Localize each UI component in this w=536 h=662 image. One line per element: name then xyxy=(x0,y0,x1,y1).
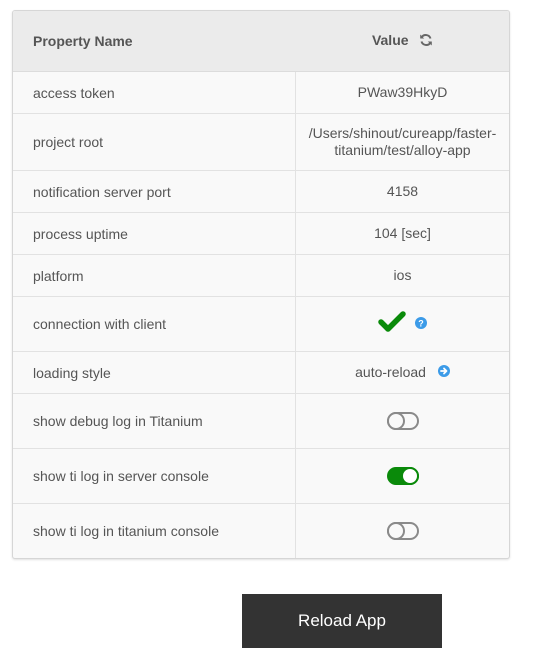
loading-style-value: auto-reload xyxy=(355,363,426,380)
row-value xyxy=(295,503,509,558)
refresh-icon[interactable] xyxy=(419,33,433,50)
row-value: /Users/shinout/cureapp/faster-titanium/t… xyxy=(295,113,509,171)
row-name: platform xyxy=(13,254,296,297)
table-row: platform ios xyxy=(13,254,509,297)
row-value xyxy=(295,393,509,449)
table-row: loading style auto-reload xyxy=(13,351,509,394)
table-row: project root /Users/shinout/cureapp/fast… xyxy=(13,113,509,171)
table-row: show debug log in Titanium xyxy=(13,393,509,449)
header-property-name: Property Name xyxy=(13,11,296,72)
row-name: show ti log in titanium console xyxy=(13,503,296,558)
loading-style-cell: auto-reload xyxy=(295,351,509,394)
question-circle-icon[interactable]: ? xyxy=(415,316,428,333)
server-console-log-toggle[interactable] xyxy=(386,467,419,486)
table-row: access token PWaw39HkyD xyxy=(13,71,509,114)
row-name: process uptime xyxy=(13,212,296,255)
row-name: access token xyxy=(13,71,296,114)
row-value: ios xyxy=(295,254,509,297)
header-value: Value xyxy=(295,11,509,72)
properties-table: Property Name Value access token PWaw39H… xyxy=(13,11,509,558)
row-value: 104 [sec] xyxy=(295,212,509,255)
row-value xyxy=(295,448,509,504)
table-header: Property Name Value xyxy=(13,11,509,72)
svg-text:?: ? xyxy=(419,318,425,328)
row-name: show ti log in server console xyxy=(13,448,296,504)
check-icon xyxy=(377,311,406,337)
row-value: PWaw39HkyD xyxy=(295,71,509,114)
table-row: notification server port 4158 xyxy=(13,170,509,213)
row-value: 4158 xyxy=(295,170,509,213)
row-name: notification server port xyxy=(13,170,296,213)
toggle-knob xyxy=(386,522,405,541)
properties-panel: Property Name Value access token PWaw39H… xyxy=(12,10,510,559)
arrow-circle-right-icon[interactable] xyxy=(437,364,450,381)
debug-log-toggle[interactable] xyxy=(386,412,419,431)
row-name: loading style xyxy=(13,351,296,394)
row-name: project root xyxy=(13,113,296,171)
table-row: show ti log in server console xyxy=(13,448,509,504)
reload-app-button[interactable]: Reload App xyxy=(242,594,442,648)
toggle-knob xyxy=(386,412,405,431)
toggle-knob xyxy=(400,467,419,486)
row-name: connection with client xyxy=(13,296,296,352)
table-row: show ti log in titanium console xyxy=(13,503,509,558)
table-row: connection with client ? xyxy=(13,296,509,352)
table-row: process uptime 104 [sec] xyxy=(13,212,509,255)
titanium-console-log-toggle[interactable] xyxy=(386,522,419,541)
header-value-label: Value xyxy=(371,32,409,48)
row-name: show debug log in Titanium xyxy=(13,393,296,449)
connection-status: ? xyxy=(295,296,509,352)
